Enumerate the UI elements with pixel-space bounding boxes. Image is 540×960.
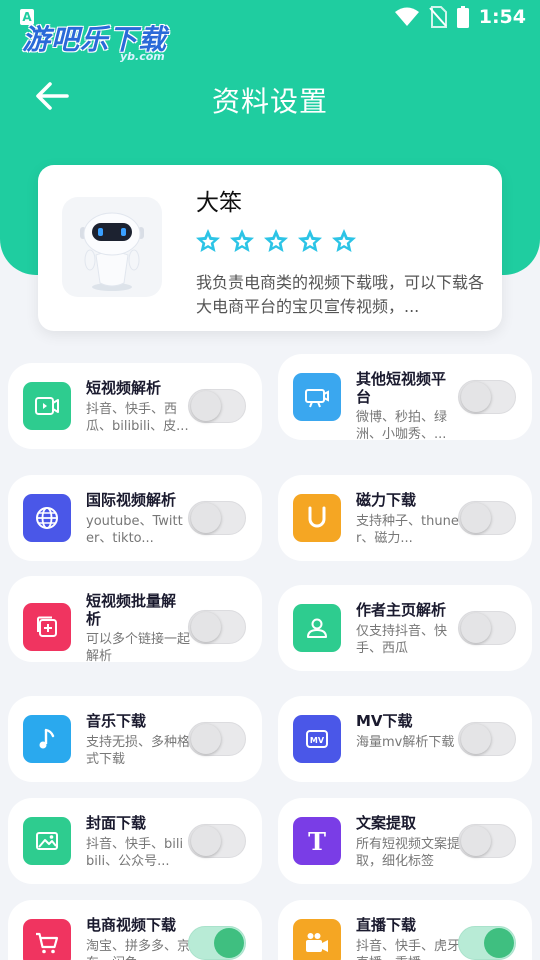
text-t-icon: T	[293, 817, 341, 865]
battery-icon	[456, 6, 469, 28]
feature-toggle[interactable]	[458, 380, 516, 414]
feature-title: 短视频解析	[86, 379, 162, 397]
feature-toggle[interactable]	[188, 610, 246, 644]
title-bar: 资料设置	[0, 70, 540, 124]
feature-desc: 所有短视频文案提取，细化标签	[356, 837, 460, 869]
feature-title: 文案提取	[356, 814, 417, 832]
feature-toggle[interactable]	[458, 722, 516, 756]
status-time: 1:54	[478, 6, 526, 28]
music-note-icon	[23, 715, 71, 763]
live-camera-icon	[293, 919, 341, 960]
feature-toggle[interactable]	[458, 824, 516, 858]
feature-title: 国际视频解析	[86, 491, 177, 509]
feature-tile-ecommerce[interactable]: 电商视频下载 淘宝、拼多多、京东、闲鱼...	[8, 900, 262, 960]
feature-desc: 支持种子、thuner、磁力...	[356, 514, 459, 546]
no-sim-icon	[428, 6, 447, 28]
feature-title: MV下载	[356, 712, 413, 730]
page-title: 资料设置	[211, 85, 328, 118]
globe-icon	[23, 494, 71, 542]
feature-title: 封面下载	[86, 814, 147, 832]
rating-stars	[194, 227, 358, 255]
feature-desc: 仅支持抖音、快手、西瓜	[356, 624, 448, 656]
feature-title: 直播下载	[356, 916, 417, 934]
feature-tile-short-video[interactable]: 短视频解析 抖音、快手、西瓜、bilibili、皮...	[8, 363, 262, 449]
feature-tile-batch[interactable]: 短视频批量解析 可以多个链接一起解析	[8, 576, 262, 664]
feature-title: 其他短视频平台	[356, 370, 447, 406]
feature-toggle[interactable]	[458, 501, 516, 535]
feature-tile-author[interactable]: 作者主页解析 仅支持抖音、快手、西瓜	[278, 585, 532, 671]
feature-tile-copywriting[interactable]: T 文案提取 所有短视频文案提取，细化标签	[278, 798, 532, 884]
feature-toggle[interactable]	[188, 389, 246, 423]
feature-tile-music[interactable]: 音乐下载 支持无损、多种格式下载	[8, 696, 262, 782]
feature-desc: 可以多个链接一起解析	[86, 632, 190, 664]
mv-icon: MV	[293, 715, 341, 763]
feature-title: 作者主页解析	[356, 601, 447, 619]
robot-icon	[80, 212, 144, 291]
feature-toggle[interactable]	[188, 824, 246, 858]
feature-toggle[interactable]	[188, 501, 246, 535]
user-icon	[293, 604, 341, 652]
star-icon	[298, 229, 322, 252]
feature-title: 音乐下载	[86, 712, 147, 730]
feature-toggle[interactable]	[458, 611, 516, 645]
star-icon	[332, 229, 356, 252]
video-camera-icon	[23, 382, 71, 430]
batch-add-icon	[23, 603, 71, 651]
feature-desc: 海量mv解析下载	[356, 735, 455, 750]
feature-desc: 支持无损、多种格式下载	[86, 735, 190, 767]
feature-desc: 抖音、快手、虎牙直播、重播...	[356, 939, 460, 960]
feature-tile-international[interactable]: 国际视频解析 youtube、Twitter、tikto...	[8, 475, 262, 561]
watermark-sub: yb.com	[120, 50, 165, 63]
status-icons: 1:54	[394, 6, 526, 28]
feature-desc: 淘宝、拼多多、京东、闲鱼...	[86, 939, 190, 960]
feature-tile-magnet[interactable]: 磁力下载 支持种子、thuner、磁力...	[278, 475, 532, 561]
feature-tile-cover[interactable]: 封面下载 抖音、快手、bilibili、公众号...	[8, 798, 262, 884]
vlog-camera-icon	[293, 373, 341, 421]
svg-text:MV: MV	[310, 736, 325, 745]
feature-title: 短视频批量解析	[86, 592, 177, 628]
magnet-icon	[293, 494, 341, 542]
star-icon	[196, 229, 220, 252]
profile-card: 大笨 我负责电商类的视频下载哦，可以下载各大电商平台的宝贝宣传视频，...	[38, 165, 502, 331]
image-icon	[23, 817, 71, 865]
feature-toggle[interactable]	[458, 926, 516, 960]
feature-desc: 微博、秒拍、绿洲、小咖秀、...	[356, 410, 448, 442]
profile-description: 我负责电商类的视频下载哦，可以下载各大电商平台的宝贝宣传视频，...	[196, 273, 485, 316]
feature-tile-live[interactable]: 直播下载 抖音、快手、虎牙直播、重播...	[278, 900, 532, 960]
feature-desc: youtube、Twitter、tikto...	[86, 514, 183, 546]
svg-text:T: T	[308, 827, 326, 855]
profile-name: 大笨	[196, 190, 242, 216]
feature-title: 电商视频下载	[86, 916, 177, 934]
star-icon	[264, 229, 288, 252]
robot-avatar	[62, 197, 162, 297]
star-icon	[230, 229, 254, 252]
feature-tile-other-platforms[interactable]: 其他短视频平台 微博、秒拍、绿洲、小咖秀、...	[278, 354, 532, 442]
wifi-icon	[394, 7, 419, 26]
feature-desc: 抖音、快手、bilibili、公众号...	[86, 837, 184, 869]
cart-icon	[23, 919, 71, 960]
feature-toggle[interactable]	[188, 722, 246, 756]
feature-toggle[interactable]	[188, 926, 246, 960]
feature-tile-mv[interactable]: MV MV下载 海量mv解析下载	[278, 696, 532, 782]
feature-title: 磁力下载	[356, 491, 417, 509]
feature-desc: 抖音、快手、西瓜、bilibili、皮...	[86, 402, 189, 434]
